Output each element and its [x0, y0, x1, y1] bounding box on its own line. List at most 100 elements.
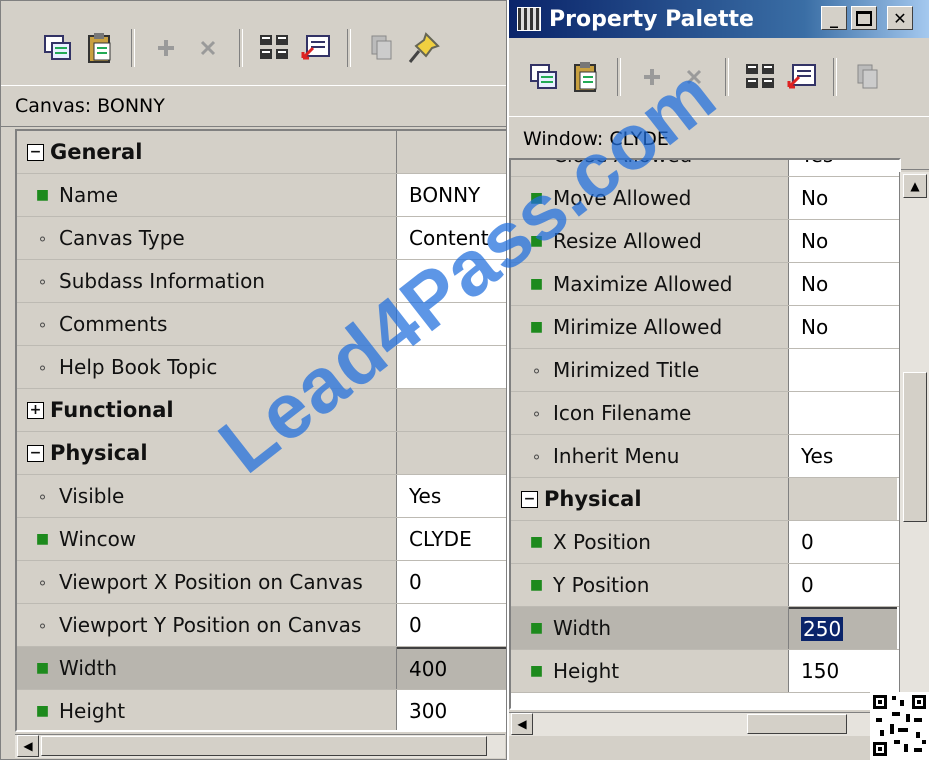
- property-name-cell[interactable]: − Physical: [511, 478, 789, 520]
- property-value-cell[interactable]: [789, 349, 897, 391]
- inherit-button[interactable]: [785, 60, 819, 94]
- property-row[interactable]: ■ X Position 0: [511, 521, 899, 564]
- intersection-union-button[interactable]: [257, 31, 291, 65]
- property-row[interactable]: ■ Height 150: [511, 650, 899, 693]
- maximize-icon: [856, 10, 872, 26]
- property-name-cell[interactable]: ■ Height: [17, 690, 397, 730]
- property-value-cell[interactable]: 250: [789, 607, 897, 649]
- property-row[interactable]: ∘ Icon Filename: [511, 392, 899, 435]
- maximize-button[interactable]: [851, 6, 877, 30]
- property-name-cell[interactable]: − General: [17, 131, 397, 173]
- property-name-cell[interactable]: ■ Width: [511, 607, 789, 649]
- intersection-union-button[interactable]: [743, 60, 777, 94]
- horizontal-scroll-thumb[interactable]: [41, 736, 487, 756]
- property-name-label: Physical: [544, 487, 642, 511]
- property-group-row[interactable]: − General: [17, 131, 506, 174]
- property-value-cell[interactable]: CLYDE: [397, 518, 506, 560]
- property-value-cell[interactable]: 0: [789, 564, 897, 606]
- property-value-cell[interactable]: Yes: [789, 160, 897, 176]
- property-value-cell[interactable]: No: [789, 263, 897, 305]
- close-button[interactable]: ✕: [887, 6, 913, 30]
- expand-icon[interactable]: +: [27, 401, 44, 419]
- vertical-scrollbar[interactable]: ▲: [899, 172, 929, 712]
- property-row[interactable]: ■ Mirimize Allowed No: [511, 306, 899, 349]
- property-value-cell: [397, 432, 506, 474]
- scroll-up-button[interactable]: ▲: [903, 174, 927, 198]
- property-row[interactable]: ∘ Viewport X Position on Canvas 0: [17, 561, 506, 604]
- paste-properties-button[interactable]: [569, 60, 603, 94]
- property-name-cell[interactable]: ■ Wincow: [17, 518, 397, 560]
- minimize-button[interactable]: _: [821, 6, 847, 30]
- property-row[interactable]: ∘ Viewport Y Position on Canvas 0: [17, 604, 506, 647]
- property-name-cell[interactable]: ∘ Mirimized Title: [511, 349, 789, 391]
- property-name-cell[interactable]: ■ X Position: [511, 521, 789, 563]
- pin-button[interactable]: [407, 31, 441, 65]
- property-name-label: Icon Filename: [553, 401, 692, 425]
- collapse-icon[interactable]: −: [27, 143, 44, 161]
- property-value-cell[interactable]: 150: [789, 650, 897, 692]
- collapse-icon[interactable]: −: [521, 490, 538, 508]
- property-name-cell[interactable]: ■ Mirimize Allowed: [511, 306, 789, 348]
- scroll-left-button[interactable]: ◀: [17, 735, 39, 757]
- title-bar: Property Palette _ ✕: [509, 0, 929, 38]
- property-row[interactable]: ■ Name BONNY: [17, 174, 506, 217]
- property-value: 0: [801, 530, 814, 554]
- property-row[interactable]: ∘ Inherit Menu Yes: [511, 435, 899, 478]
- scroll-left-button[interactable]: ◀: [511, 713, 533, 735]
- property-value-cell[interactable]: [789, 392, 897, 434]
- property-value-cell[interactable]: No: [789, 220, 897, 262]
- property-name-cell[interactable]: ∘ Icon Filename: [511, 392, 789, 434]
- property-value-cell[interactable]: Yes: [789, 435, 897, 477]
- changed-property-icon: ■: [529, 276, 544, 292]
- property-value-cell[interactable]: 400: [397, 647, 506, 689]
- freeze-button[interactable]: [851, 60, 885, 94]
- property-value-cell[interactable]: No: [789, 177, 897, 219]
- property-row[interactable]: ■ Width 400: [17, 647, 506, 690]
- property-row[interactable]: ∘ Mirimized Title: [511, 349, 899, 392]
- property-name-cell[interactable]: ∘ Visible: [17, 475, 397, 517]
- property-name-cell[interactable]: ∘ Canvas Type: [17, 217, 397, 259]
- property-row[interactable]: ■ Wincow CLYDE: [17, 518, 506, 561]
- property-name-cell[interactable]: ■ Width: [17, 647, 397, 689]
- property-row[interactable]: ■ Maximize Allowed No: [511, 263, 899, 306]
- property-name-cell[interactable]: ∘ Inherit Menu: [511, 435, 789, 477]
- copy-properties-button[interactable]: [527, 60, 561, 94]
- property-value-cell[interactable]: 0: [397, 604, 506, 646]
- toolbar-separator: [131, 29, 135, 67]
- inherit-button[interactable]: [299, 31, 333, 65]
- horizontal-scrollbar[interactable]: ◀: [509, 712, 901, 736]
- paste-properties-button[interactable]: [83, 31, 117, 65]
- property-row[interactable]: ■ Width 250: [511, 607, 899, 650]
- property-name-cell[interactable]: ∘ Viewport Y Position on Canvas: [17, 604, 397, 646]
- property-name-cell[interactable]: ■ Height: [511, 650, 789, 692]
- property-value-cell[interactable]: 300: [397, 690, 506, 730]
- horizontal-scroll-thumb[interactable]: [747, 714, 847, 734]
- property-name-cell[interactable]: ■ Name: [17, 174, 397, 216]
- left-toolbar: [1, 23, 506, 73]
- property-row[interactable]: ■ Y Position 0: [511, 564, 899, 607]
- property-value: No: [801, 315, 829, 339]
- toolbar-separator: [347, 29, 351, 67]
- delete-property-button[interactable]: [191, 31, 225, 65]
- property-value-cell[interactable]: 0: [789, 521, 897, 563]
- default-property-icon: ∘: [37, 572, 48, 592]
- horizontal-scrollbar[interactable]: ◀: [15, 734, 505, 758]
- property-name-label: Viewport Y Position on Canvas: [59, 613, 362, 637]
- paste-icon: [88, 33, 111, 63]
- property-value-cell[interactable]: 0: [397, 561, 506, 603]
- freeze-button[interactable]: [365, 31, 399, 65]
- property-name-cell[interactable]: ■ Maximize Allowed: [511, 263, 789, 305]
- property-name-label: Y Position: [553, 573, 650, 597]
- property-value-cell[interactable]: Yes: [397, 475, 506, 517]
- copy-properties-button[interactable]: [41, 31, 75, 65]
- property-value-cell[interactable]: No: [789, 306, 897, 348]
- property-name-cell[interactable]: ∘ Subdass Information: [17, 260, 397, 302]
- vertical-scroll-thumb[interactable]: [903, 372, 927, 522]
- property-name-cell[interactable]: ■ Y Position: [511, 564, 789, 606]
- collapse-icon[interactable]: −: [27, 444, 44, 462]
- property-group-row[interactable]: − Physical: [511, 478, 899, 521]
- property-row[interactable]: ■ Height 300: [17, 690, 506, 730]
- add-property-button[interactable]: [149, 31, 183, 65]
- property-name-cell[interactable]: − Physical: [17, 432, 397, 474]
- property-name-cell[interactable]: ∘ Viewport X Position on Canvas: [17, 561, 397, 603]
